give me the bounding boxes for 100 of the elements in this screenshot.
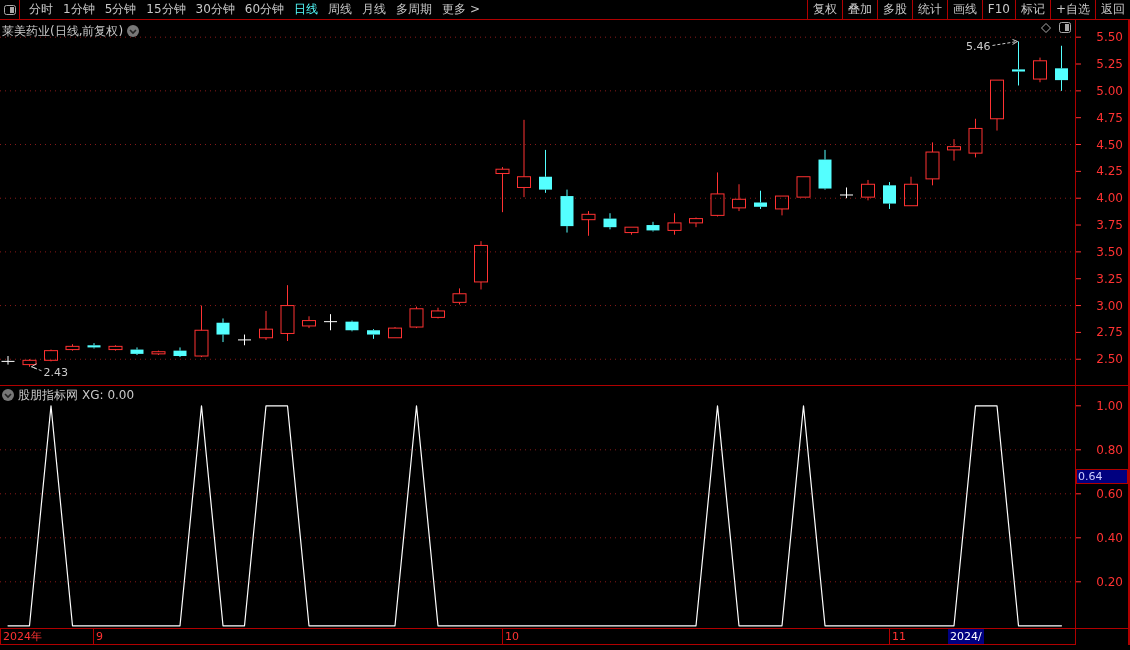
toolbar-button[interactable]: F10 xyxy=(981,0,1015,19)
candlestick xyxy=(539,149,552,194)
date-label: 10 xyxy=(502,629,519,644)
axis-label: 3.25 xyxy=(1096,271,1123,286)
candlestick xyxy=(108,344,123,352)
axis-label: 5.00 xyxy=(1096,83,1123,98)
chart-title: 莱美药业(日线,前复权) xyxy=(2,23,124,40)
candlestick xyxy=(646,221,660,232)
axis-label: 2.50 xyxy=(1096,352,1123,367)
period-tab[interactable]: 多周期 xyxy=(391,0,438,19)
toolbar-button[interactable]: +自选 xyxy=(1049,0,1095,19)
candlestick xyxy=(237,334,252,346)
candlestick xyxy=(87,342,101,349)
toolbar-button[interactable]: 标记 xyxy=(1014,0,1050,19)
dropdown-icon[interactable] xyxy=(2,389,14,401)
candlestick xyxy=(474,240,488,290)
axis-label: 5.25 xyxy=(1096,57,1123,71)
axis-label: 3.00 xyxy=(1096,298,1123,313)
candlestick xyxy=(710,171,725,217)
candlestick xyxy=(947,138,961,162)
axis-label: 4.25 xyxy=(1096,164,1123,179)
candlestick xyxy=(689,217,703,228)
period-tab[interactable]: 60分钟 xyxy=(239,0,290,19)
candlestick xyxy=(173,346,187,358)
annotation-arrow xyxy=(31,363,42,372)
axis-label: 3.50 xyxy=(1096,244,1123,259)
candlestick xyxy=(22,358,37,368)
axis-label: 3.75 xyxy=(1096,218,1123,233)
indicator-reading: XG: 0.00 xyxy=(82,387,135,404)
price-annotation: 2.43 xyxy=(43,365,68,379)
toolbar-button[interactable]: 多股 xyxy=(876,0,912,19)
axis-label: 0.80 xyxy=(1096,442,1123,457)
candlestick xyxy=(560,189,574,234)
candlestick xyxy=(194,305,209,358)
period-tab[interactable]: 周线 xyxy=(323,0,358,19)
candlestick xyxy=(345,320,359,332)
annotation-arrow xyxy=(992,38,1018,46)
price-annotation: 5.46 xyxy=(966,40,991,54)
candlestick xyxy=(818,149,832,191)
candlestick xyxy=(1012,40,1025,86)
axis-label: 4.75 xyxy=(1096,110,1123,125)
toolbar-button[interactable]: 返回 xyxy=(1095,0,1130,19)
period-tab[interactable]: 1分钟 xyxy=(58,0,100,19)
candlestick xyxy=(1033,57,1047,83)
date-label: 11 xyxy=(889,629,906,644)
candlestick xyxy=(603,212,617,230)
candlestick xyxy=(968,118,983,158)
cursor-value-label: 0.64 xyxy=(1076,469,1128,484)
candlestick xyxy=(495,166,510,213)
candlestick xyxy=(990,79,1004,132)
candlestick xyxy=(904,176,918,207)
period-tab[interactable]: 月线 xyxy=(357,0,392,19)
candlestick xyxy=(667,212,682,236)
indicator-name: 股朋指标网 xyxy=(18,387,78,404)
candlestick xyxy=(388,326,402,339)
axis-label: 1.00 xyxy=(1096,398,1123,413)
candlestick xyxy=(775,195,789,216)
diamond-icon[interactable] xyxy=(1041,22,1051,33)
candlestick xyxy=(796,176,811,198)
period-tab[interactable]: 更多 > xyxy=(437,0,485,19)
candlestick xyxy=(452,287,467,305)
period-tab[interactable]: 30分钟 xyxy=(190,0,240,19)
date-label: 9 xyxy=(93,629,103,644)
axis-label: 2.75 xyxy=(1096,325,1123,340)
panel-toggle-icon[interactable] xyxy=(3,4,16,15)
panel-toggle-icon[interactable] xyxy=(1059,22,1071,33)
candlestick xyxy=(839,186,854,199)
candlestick xyxy=(1,355,15,366)
candlestick xyxy=(925,141,940,186)
period-tab[interactable]: 5分钟 xyxy=(99,0,142,19)
axis-label: 4.50 xyxy=(1096,137,1123,152)
candlestick xyxy=(302,315,316,329)
toolbar-button[interactable]: 画线 xyxy=(946,0,982,19)
candlestick xyxy=(65,343,80,352)
axis-label: 0.60 xyxy=(1096,486,1123,501)
axis-label: 4.00 xyxy=(1096,191,1123,206)
candlestick xyxy=(754,190,767,210)
candlestick xyxy=(883,181,896,210)
candlestick xyxy=(431,307,445,319)
candlestick xyxy=(581,210,596,237)
candlestick xyxy=(44,349,58,362)
candlestick xyxy=(151,350,166,356)
candlestick xyxy=(861,179,875,201)
period-tab[interactable]: 日线 xyxy=(289,0,324,19)
cursor-date-label: 2024/ xyxy=(948,629,984,644)
axis-label: 0.40 xyxy=(1096,530,1123,545)
period-tab[interactable]: 分时 xyxy=(24,0,58,19)
toolbar-button[interactable]: 复权 xyxy=(806,0,842,19)
candlestick xyxy=(280,284,295,342)
candlestick xyxy=(323,313,338,331)
dropdown-icon[interactable] xyxy=(127,25,140,37)
axis-label: 0.20 xyxy=(1096,574,1123,589)
candlestick xyxy=(732,183,746,212)
candlestick xyxy=(130,346,144,356)
date-label: 2024年 xyxy=(0,629,42,644)
candlestick xyxy=(1055,45,1068,92)
period-tab[interactable]: 15分钟 xyxy=(141,0,191,19)
toolbar-button[interactable]: 统计 xyxy=(911,0,947,19)
candlestick xyxy=(216,317,230,343)
toolbar-button[interactable]: 叠加 xyxy=(841,0,877,19)
